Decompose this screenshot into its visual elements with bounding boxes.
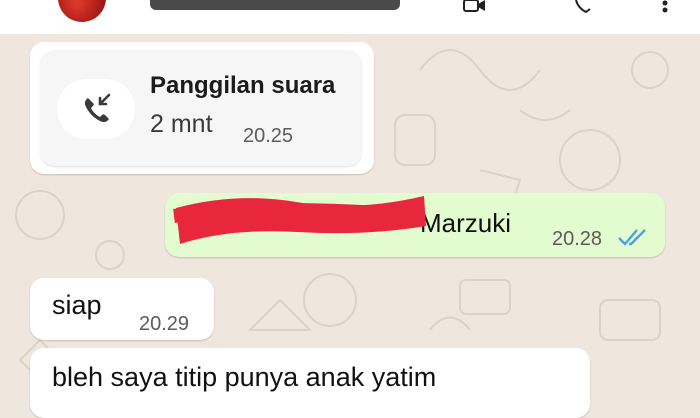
contact-name-obscured[interactable] — [150, 0, 400, 10]
incoming-message-text: siap — [52, 290, 102, 320]
voice-call-icon[interactable] — [572, 0, 598, 14]
message-timestamp: 20.25 — [243, 125, 294, 147]
incoming-call-icon-container — [57, 79, 135, 139]
incoming-message-text: bleh saya titip punya anak yatim — [52, 362, 437, 392]
contact-avatar[interactable] — [58, 0, 106, 22]
double-check-read-icon — [618, 229, 646, 246]
more-icon[interactable] — [652, 0, 678, 14]
message-timestamp: 20.29 — [139, 313, 190, 335]
incoming-call-icon — [84, 93, 111, 123]
call-duration: 2 mnt — [150, 110, 213, 138]
outgoing-message-text: Marzuki — [420, 208, 512, 238]
video-call-icon[interactable] — [462, 0, 488, 14]
call-title: Panggilan suara — [150, 72, 336, 99]
chat-header — [0, 0, 700, 34]
redaction-scribble — [173, 196, 426, 244]
message-timestamp: 20.28 — [552, 228, 603, 250]
